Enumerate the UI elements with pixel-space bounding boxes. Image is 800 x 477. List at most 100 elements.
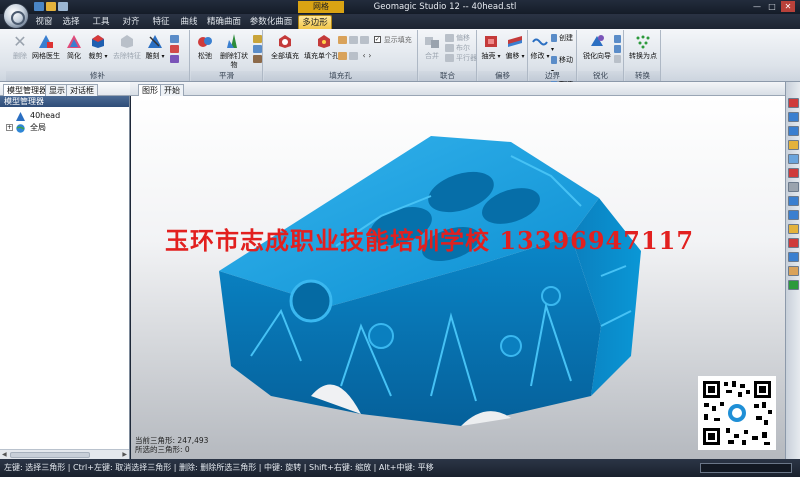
mesh-doctor-button[interactable]: 网格医生: [32, 34, 60, 61]
triangle-stats: 当前三角形: 247,493 所选的三角形: 0: [135, 436, 208, 454]
tree-item-40head[interactable]: 40head: [0, 110, 129, 122]
tab-model-manager[interactable]: 模型管理器: [3, 84, 51, 96]
view-tool-button[interactable]: [788, 266, 799, 276]
view-tool-button[interactable]: [788, 98, 799, 108]
tree-item-global[interactable]: + 全局: [0, 122, 129, 134]
application-menu-button[interactable]: [3, 3, 29, 29]
scroll-right-icon[interactable]: ▶: [122, 451, 127, 458]
group-combine-label: 联合: [419, 71, 476, 81]
tab-select[interactable]: 选择: [60, 15, 82, 29]
graphics-viewport[interactable]: 玉环市志成职业技能培训学校 13396947117 当前三角形: 247,493…: [131, 96, 785, 459]
delete-icon: ✕: [13, 32, 27, 51]
relax-button[interactable]: 松弛: [193, 34, 217, 61]
trim-button[interactable]: 裁剪: [88, 34, 108, 61]
repair-small-tools: [170, 34, 188, 64]
crank-bore: [289, 279, 333, 323]
smooth-small-1[interactable]: [253, 34, 262, 44]
repair-small-3[interactable]: [170, 54, 188, 64]
fill-option-icon[interactable]: [360, 35, 369, 44]
convert-to-points-button[interactable]: 转换为点: [627, 34, 659, 61]
sharpen-wizard-button[interactable]: 锐化向导: [580, 34, 614, 61]
view-tool-button[interactable]: [788, 168, 799, 178]
relax-icon: [198, 37, 212, 47]
tab-parametric-surfaces[interactable]: 参数化曲面: [248, 15, 294, 29]
parallel-small-button[interactable]: 平行器: [445, 53, 477, 63]
shell-button[interactable]: 抽壳: [480, 34, 502, 61]
view-tool-button[interactable]: [788, 182, 799, 192]
view-tool-button[interactable]: [788, 210, 799, 220]
create-boundary-button[interactable]: 创建: [551, 33, 577, 55]
fill-option-icon[interactable]: [349, 51, 358, 60]
tab-polygons[interactable]: 多边形: [298, 15, 332, 29]
group-convert: 转换为点 转换: [625, 30, 661, 81]
view-tool-button[interactable]: [788, 224, 799, 234]
next-arrow-icon[interactable]: ›: [368, 51, 371, 60]
close-button[interactable]: ✕: [781, 1, 795, 12]
tab-align[interactable]: 对齐: [120, 15, 142, 29]
smooth-small-2[interactable]: [253, 44, 262, 54]
small-tool-icon: [614, 55, 621, 63]
tab-graphics[interactable]: 图形: [138, 84, 162, 96]
smooth-small-tools: [253, 34, 262, 64]
group-repair-label: 修补: [6, 71, 189, 81]
repair-small-1[interactable]: [170, 34, 188, 44]
repair-small-2[interactable]: [170, 44, 188, 54]
scroll-left-icon[interactable]: ◀: [2, 451, 7, 458]
front-boss: [500, 335, 522, 357]
sharpen-small-tools: [614, 34, 624, 64]
small-tool-icon: [445, 44, 454, 52]
sharpen-small-2[interactable]: [614, 44, 624, 54]
sharpen-small-1[interactable]: [614, 34, 624, 44]
view-tool-button[interactable]: [788, 126, 799, 136]
view-tool-button[interactable]: [788, 140, 799, 150]
horizontal-scrollbar[interactable]: ◀ ▶: [0, 449, 129, 459]
small-tool-icon: [253, 35, 262, 43]
engine-block-model[interactable]: [131, 96, 785, 459]
small-tool-icon: [445, 54, 454, 62]
delete-button[interactable]: ✕ 删除: [10, 34, 30, 61]
merge-button[interactable]: 合并: [421, 34, 443, 61]
small-tool-icon: [170, 45, 179, 53]
minimize-button[interactable]: —: [750, 1, 764, 12]
show-fill-checkbox[interactable]: ✓: [373, 36, 381, 43]
tab-curves[interactable]: 曲线: [178, 15, 200, 29]
triangle-count-label: 当前三角形:: [135, 436, 176, 445]
sharpen-small-3[interactable]: [614, 54, 624, 64]
view-tool-button[interactable]: [788, 112, 799, 122]
view-tool-button[interactable]: [788, 280, 799, 290]
group-repair: ✕ 删除 网格医生 简化 裁剪 去除特征 雕刻 修补: [6, 30, 190, 81]
smooth-small-3[interactable]: [253, 54, 262, 64]
status-bar: 左键: 选择三角形 | Ctrl+左键: 取消选择三角形 | 删除: 删除所选三…: [0, 459, 800, 477]
sculpt-button[interactable]: 雕刻: [144, 34, 166, 61]
remove-spikes-button[interactable]: 删除钉状物: [217, 34, 251, 70]
maximize-button[interactable]: □: [765, 1, 779, 12]
scrollbar-thumb[interactable]: [10, 452, 90, 458]
ribbon-panel: ✕ 删除 网格医生 简化 裁剪 去除特征 雕刻 修补: [0, 29, 800, 97]
tab-features[interactable]: 特征: [150, 15, 172, 29]
offset-small-button[interactable]: 偏移: [445, 33, 477, 43]
fill-option-icon[interactable]: [338, 35, 347, 44]
view-tool-button[interactable]: [788, 154, 799, 164]
expand-icon[interactable]: +: [6, 124, 13, 131]
remove-feature-icon: [121, 35, 133, 48]
status-hint: 左键: 选择三角形 | Ctrl+左键: 取消选择三角形 | 删除: 删除所选三…: [4, 463, 434, 472]
group-fill-label: 填充孔: [264, 71, 417, 81]
view-tool-button[interactable]: [788, 238, 799, 248]
tab-dialog[interactable]: 对话框: [66, 84, 98, 96]
tab-view[interactable]: 视窗: [33, 15, 55, 29]
fill-option-icon[interactable]: [349, 35, 358, 44]
view-tool-button[interactable]: [788, 196, 799, 206]
tab-exact-surfaces[interactable]: 精确曲面: [206, 15, 242, 29]
tree-item-label: 40head: [30, 111, 61, 120]
view-tool-button[interactable]: [788, 252, 799, 262]
fill-option-icon[interactable]: [338, 51, 347, 60]
remove-feature-button[interactable]: 去除特征: [112, 34, 142, 61]
boolean-small-button[interactable]: 布尔: [445, 43, 477, 53]
modify-button[interactable]: 修改: [530, 34, 550, 61]
tab-tools[interactable]: 工具: [90, 15, 112, 29]
trim-icon: [92, 35, 104, 48]
tab-start[interactable]: 开始: [160, 84, 184, 96]
simplify-button[interactable]: 简化: [64, 34, 84, 61]
offset-button[interactable]: 偏移: [504, 34, 526, 61]
fill-all-button[interactable]: 全部填充: [268, 34, 302, 61]
